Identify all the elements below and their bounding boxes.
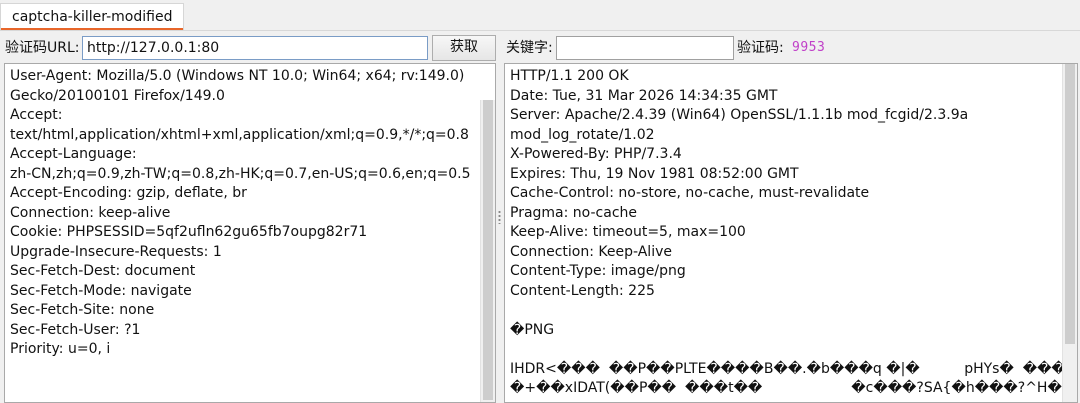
text-line: �+��xIDAT(��P�� ���t�� �c���?SA{�h���?^H… (510, 380, 1077, 396)
text-line: Gecko/20100101 Firefox/149.0 (10, 87, 225, 104)
text-line: Priority: u=0, i (10, 341, 111, 357)
keyword-input[interactable] (556, 36, 734, 60)
text-line: Accept-Encoding: gzip, deflate, br (10, 185, 247, 201)
tab-bar: captcha-killer-modified (0, 0, 1080, 31)
text-line: Expires: Thu, 19 Nov 1981 08:52:00 GMT (510, 165, 799, 182)
text-line: Upgrade-Insecure-Requests: 1 (10, 243, 222, 260)
request-scrollbar[interactable] (480, 100, 495, 402)
fetch-button[interactable]: 获取 (432, 35, 496, 61)
text-line: Sec-Fetch-Site: none (10, 302, 155, 318)
text-line: IHDR<��� ��P��PLTE����B��.�b���q �|� pHY… (510, 360, 1066, 377)
pane-splitter[interactable] (496, 62, 504, 402)
captcha-url-input[interactable] (82, 36, 428, 60)
captcha-label: 验证码: (737, 40, 784, 56)
tab-captcha-killer[interactable]: captcha-killer-modified (0, 3, 185, 30)
text-line: Keep-Alive: timeout=5, max=100 (510, 224, 746, 240)
text-line: Content-Length: 225 (510, 282, 655, 299)
text-line (510, 301, 1061, 321)
response-scroll-thumb[interactable] (1065, 64, 1075, 344)
keyword-label: 关键字: (506, 40, 553, 56)
text-line: Date: Tue, 31 Mar 2026 14:34:35 GMT (510, 87, 778, 104)
text-line: X-Powered-By: PHP/7.3.4 (510, 146, 682, 162)
request-text[interactable]: User-Agent: Mozilla/5.0 (Windows NT 10.0… (10, 67, 479, 360)
text-line (510, 340, 1061, 360)
response-text[interactable]: HTTP/1.1 200 OK Date: Tue, 31 Mar 2026 14… (510, 67, 1077, 399)
active-tab-indicator (1, 28, 184, 30)
text-line: Accept: (10, 107, 63, 123)
request-panel[interactable]: User-Agent: Mozilla/5.0 (Windows NT 10.0… (4, 63, 496, 403)
text-line: mod_log_rotate/1.02 (510, 126, 655, 143)
response-panel[interactable]: HTTP/1.1 200 OK Date: Tue, 31 Mar 2026 14… (504, 63, 1078, 403)
url-label: 验证码URL: (5, 40, 80, 56)
tab-label: captcha-killer-modified (12, 9, 173, 25)
captcha-result: 9953 (792, 40, 826, 55)
text-line: Server: Apache/2.4.39 (Win64) OpenSSL/1.… (510, 107, 969, 123)
text-line: Content-Type: image/png (510, 263, 686, 279)
text-line: HTTP/1.1 200 OK (510, 68, 629, 84)
text-line: zh-CN,zh;q=0.9,zh-TW;q=0.8,zh-HK;q=0.7,e… (10, 165, 471, 182)
text-line: Connection: Keep-Alive (510, 243, 672, 260)
text-line: Accept-Language: (10, 146, 137, 162)
text-line: Sec-Fetch-User: ?1 (10, 321, 141, 338)
splitter-grip-icon (498, 210, 501, 224)
text-line: Sec-Fetch-Dest: document (10, 263, 196, 279)
text-line: text/html,application/xhtml+xml,applicat… (10, 126, 469, 143)
text-line: User-Agent: Mozilla/5.0 (Windows NT 10.0… (10, 68, 465, 84)
text-line: �PNG (510, 321, 555, 338)
text-line: Connection: keep-alive (10, 204, 171, 221)
text-line: Cache-Control: no-store, no-cache, must-… (510, 185, 870, 201)
response-scrollbar[interactable] (1062, 64, 1077, 402)
text-line: Cookie: PHPSESSID=5qf2ufln62gu65fb7oupg8… (10, 224, 368, 240)
request-scroll-thumb[interactable] (483, 100, 493, 400)
text-line: Sec-Fetch-Mode: navigate (10, 282, 192, 299)
text-line: Pragma: no-cache (510, 204, 638, 221)
